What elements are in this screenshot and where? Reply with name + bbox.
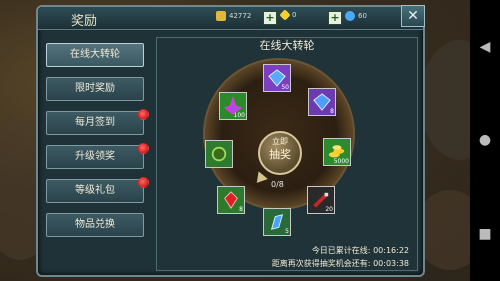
blue-crystal-icon bbox=[268, 69, 286, 87]
back-nav-icon[interactable]: ◀ bbox=[480, 40, 491, 54]
draw-button-line1: 立即 bbox=[272, 137, 288, 146]
blue-crystal-icon bbox=[270, 214, 284, 230]
gold-resource: 42772 bbox=[216, 11, 251, 21]
wheel-slot: 50 bbox=[263, 64, 291, 92]
title-bar: 奖励 42772 + 0 + 60 ✕ bbox=[38, 5, 425, 30]
menu-item-levelup-reward[interactable]: 升级领奖 bbox=[46, 143, 149, 169]
diamond-amount: 0 bbox=[292, 11, 297, 19]
red-crystal-icon bbox=[224, 191, 238, 209]
online-time-label: 今日已累计在线: bbox=[311, 246, 371, 255]
diamond-resource: 0 bbox=[279, 9, 297, 21]
wheel-slot: 8 bbox=[308, 88, 336, 116]
wheel-slot bbox=[205, 140, 233, 168]
wheel-slot: 5000 bbox=[323, 138, 351, 166]
gold-coins-icon bbox=[328, 145, 345, 158]
blue-crystal-icon bbox=[313, 93, 331, 111]
wheel-slot: 100 bbox=[219, 92, 247, 120]
gem-resource: 60 bbox=[345, 11, 367, 21]
draw-button-line2: 抽奖 bbox=[269, 148, 291, 161]
next-chance-label: 距离再次获得抽奖机会还有: bbox=[271, 259, 371, 268]
android-nav-bar: ◀ ● ■ bbox=[470, 0, 500, 281]
menu-item-online-wheel[interactable]: 在线大转轮 bbox=[46, 43, 144, 67]
gem-amount: 60 bbox=[358, 12, 367, 20]
green-orb-icon bbox=[211, 146, 227, 162]
wheel-panel: 在线大转轮 50 8 5000 20 5 8 100 立即 抽奖 0/8 今日已… bbox=[156, 37, 418, 271]
wheel-slot: 8 bbox=[217, 186, 245, 214]
gem-icon bbox=[345, 11, 355, 21]
menu-item-item-exchange[interactable]: 物品兑换 bbox=[46, 213, 144, 237]
online-time: 今日已累计在线: 00:16:22 bbox=[312, 245, 409, 256]
menu-item-level-gift[interactable]: 等级礼包 bbox=[46, 177, 149, 203]
wheel-title: 在线大转轮 bbox=[259, 39, 315, 52]
menu-item-label: 等级礼包 bbox=[75, 185, 115, 196]
next-chance-value: 00:03:38 bbox=[373, 259, 409, 268]
close-button[interactable]: ✕ bbox=[401, 5, 425, 27]
reward-window: 奖励 42772 + 0 + 60 ✕ 在线大转轮 限时奖励 每月签到 升级领奖… bbox=[36, 5, 425, 277]
add-gold-button[interactable]: + bbox=[263, 11, 277, 25]
notification-dot bbox=[138, 177, 149, 188]
diamond-icon bbox=[279, 9, 291, 21]
window-title: 奖励 bbox=[71, 14, 98, 29]
wheel-slot: 20 bbox=[307, 186, 335, 214]
next-chance-time: 距离再次获得抽奖机会还有: 00:03:38 bbox=[272, 258, 409, 269]
draw-button[interactable]: 立即 抽奖 bbox=[258, 131, 302, 175]
recent-nav-icon[interactable]: ■ bbox=[478, 227, 491, 241]
home-nav-icon[interactable]: ● bbox=[479, 133, 491, 147]
notification-dot bbox=[138, 109, 149, 120]
draw-progress: 0/8 bbox=[271, 180, 284, 189]
wheel-slot: 5 bbox=[263, 208, 291, 236]
menu-item-limited-reward[interactable]: 限时奖励 bbox=[46, 77, 144, 101]
add-diamond-button[interactable]: + bbox=[328, 11, 342, 25]
gold-icon bbox=[216, 11, 226, 21]
gold-amount: 42772 bbox=[229, 12, 252, 20]
notification-dot bbox=[138, 143, 149, 154]
menu-item-label: 升级领奖 bbox=[75, 151, 115, 162]
online-time-value: 00:16:22 bbox=[373, 246, 409, 255]
purple-crystal-icon bbox=[224, 97, 242, 115]
menu-item-monthly-signin[interactable]: 每月签到 bbox=[46, 109, 149, 135]
menu-item-label: 每月签到 bbox=[75, 117, 115, 128]
potion-icon bbox=[313, 192, 329, 208]
reward-menu: 在线大转轮 限时奖励 每月签到 升级领奖 等级礼包 物品兑换 bbox=[46, 43, 149, 247]
